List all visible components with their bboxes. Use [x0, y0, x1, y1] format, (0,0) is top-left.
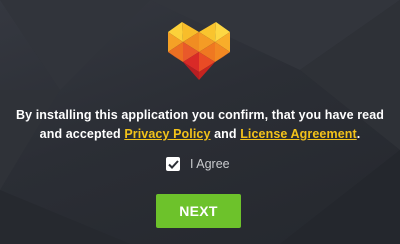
installer-window: By installing this application you confi…	[0, 0, 400, 244]
heart-polygon-logo-icon	[168, 22, 230, 80]
privacy-policy-link[interactable]: Privacy Policy	[124, 127, 210, 141]
consent-message: By installing this application you confi…	[10, 106, 390, 144]
license-agreement-link[interactable]: License Agreement	[240, 127, 357, 141]
agree-checkbox-row[interactable]: I Agree	[166, 155, 230, 173]
agree-label: I Agree	[190, 157, 230, 171]
consent-text-end: .	[356, 127, 361, 141]
consent-text-middle: and	[210, 127, 241, 141]
agree-checkbox[interactable]	[166, 157, 180, 171]
checkmark-icon	[167, 159, 179, 169]
next-button[interactable]: NEXT	[156, 194, 241, 228]
